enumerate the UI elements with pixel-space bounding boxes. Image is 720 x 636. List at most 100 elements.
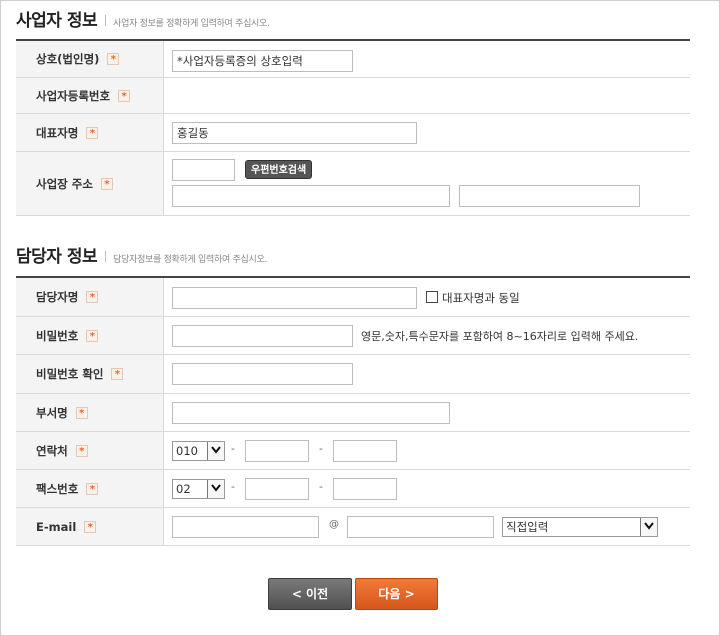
department-cell [164,394,690,431]
password-input[interactable] [172,325,353,347]
ceo-name-input[interactable]: 홍길동 [172,122,417,144]
manager-name-input[interactable] [172,287,417,309]
company-name-label: 상호(법인명) * [16,41,164,77]
email-domain-select-value: 직접입력 [506,520,549,534]
row-department: 부서명 * [16,394,690,432]
at-sign: @ [329,519,339,530]
chevron-down-icon [207,442,224,460]
business-address-label-text: 사업장 주소 [36,176,93,191]
required-icon: * [75,406,88,419]
password-confirm-cell [164,355,690,393]
department-label: 부서명 * [16,394,164,431]
password-label: 비밀번호 * [16,317,164,354]
company-name-cell: *사업자등록증의 상호입력 [164,41,690,77]
fax-cell: 02 - - [164,470,690,507]
phone-label-text: 연락처 [36,443,68,458]
phone-prefix-select[interactable]: 010 [172,441,225,461]
same-as-ceo-label: 대표자명과 동일 [442,291,520,305]
business-section-desc: 사업자 정보를 정확하게 입력하여 주십시오. [113,19,270,29]
email-cell: @ 직접입력 [164,508,690,545]
row-business-regno: 사업자등록번호 * [16,78,690,114]
manager-section-desc: 담당자정보를 정확하게 입력하여 주십시오. [113,255,268,265]
required-icon: * [86,126,99,139]
row-password: 비밀번호 * 영문,숫자,특수문자를 포함하여 8~16자리로 입력해 주세요. [16,317,690,355]
ceo-name-cell: 홍길동 [164,114,690,151]
required-icon: * [86,329,99,342]
password-label-text: 비밀번호 [36,328,79,343]
manager-section-title: 담당자 정보 [16,247,98,267]
manager-name-label-text: 담당자명 [36,290,79,304]
row-business-address: 사업장 주소 * 우편번호검색 [16,152,690,216]
chevron-down-icon [207,480,224,498]
phone-middle-input[interactable] [245,440,309,462]
ceo-name-label: 대표자명 * [16,114,164,151]
manager-form: 담당자명 * 대표자명과 동일 비밀번호 * 영문,숫자,특수문자를 포함하여 … [16,276,690,546]
title-divider [105,251,107,262]
email-domain-select[interactable]: 직접입력 [502,517,658,537]
row-phone: 연락처 * 010 - - [16,432,690,470]
password-cell: 영문,숫자,특수문자를 포함하여 8~16자리로 입력해 주세요. [164,317,690,354]
email-label-text: E-mail [36,519,77,534]
phone-prefix-value: 010 [176,444,198,458]
required-icon: * [75,444,88,457]
business-regno-label: 사업자등록번호 * [16,78,164,113]
password-confirm-label: 비밀번호 확인 * [16,355,164,393]
phone-dash: - [319,442,323,455]
required-icon: * [111,368,124,380]
row-password-confirm: 비밀번호 확인 * [16,355,690,394]
company-name-label-text: 상호(법인명) [36,52,100,66]
manager-section-header: 담당자 정보 담당자정보를 정확하게 입력하여 주십시오. [16,242,267,267]
address-detail-input[interactable] [459,185,640,207]
required-icon: * [86,482,99,495]
address-input[interactable] [172,185,450,207]
fax-prefix-select[interactable]: 02 [172,479,225,499]
business-form: 상호(법인명) * *사업자등록증의 상호입력 사업자등록번호 * 대표자명 *… [16,39,690,216]
ceo-name-label-text: 대표자명 [36,125,79,140]
chevron-down-icon [640,518,657,536]
row-company-name: 상호(법인명) * *사업자등록증의 상호입력 [16,41,690,78]
fax-last-input[interactable] [333,478,397,500]
required-icon: * [107,53,120,65]
fax-label: 팩스번호 * [16,470,164,507]
phone-cell: 010 - - [164,432,690,469]
phone-last-input[interactable] [333,440,397,462]
required-icon: * [84,520,97,533]
row-fax: 팩스번호 * 02 - - [16,470,690,508]
zipcode-input[interactable] [172,159,235,181]
email-label: E-mail * [16,508,164,545]
same-as-ceo-checkbox[interactable] [426,291,438,303]
prev-button[interactable]: < 이전 [268,578,352,610]
email-domain-input[interactable] [347,516,494,538]
manager-name-cell: 대표자명과 동일 [164,278,690,316]
phone-dash: - [231,442,235,455]
business-regno-label-text: 사업자등록번호 [36,88,111,103]
business-regno-cell [164,78,690,113]
business-section-header: 사업자 정보 사업자 정보를 정확하게 입력하여 주십시오. [16,6,270,31]
email-id-input[interactable] [172,516,319,538]
business-section-title: 사업자 정보 [16,11,98,31]
required-icon: * [86,291,99,303]
business-address-label: 사업장 주소 * [16,152,164,215]
next-button[interactable]: 다음 > [355,578,438,610]
fax-middle-input[interactable] [245,478,309,500]
row-email: E-mail * @ 직접입력 [16,508,690,546]
fax-dash: - [319,480,323,493]
department-input[interactable] [172,402,450,424]
fax-dash: - [231,480,235,493]
zipcode-search-button[interactable]: 우편번호검색 [245,160,313,179]
row-ceo-name: 대표자명 * 홍길동 [16,114,690,152]
company-name-input[interactable]: *사업자등록증의 상호입력 [172,50,353,72]
phone-label: 연락처 * [16,432,164,469]
business-address-cell: 우편번호검색 [164,152,690,215]
password-confirm-input[interactable] [172,363,353,385]
fax-prefix-value: 02 [176,482,191,496]
manager-name-label: 담당자명 * [16,278,164,316]
title-divider [105,15,107,26]
fax-label-text: 팩스번호 [36,481,79,496]
required-icon: * [118,89,131,102]
required-icon: * [100,177,113,190]
password-confirm-label-text: 비밀번호 확인 [36,367,104,381]
department-label-text: 부서명 [36,405,68,420]
row-manager-name: 담당자명 * 대표자명과 동일 [16,278,690,317]
password-hint: 영문,숫자,특수문자를 포함하여 8~16자리로 입력해 주세요. [361,330,639,343]
